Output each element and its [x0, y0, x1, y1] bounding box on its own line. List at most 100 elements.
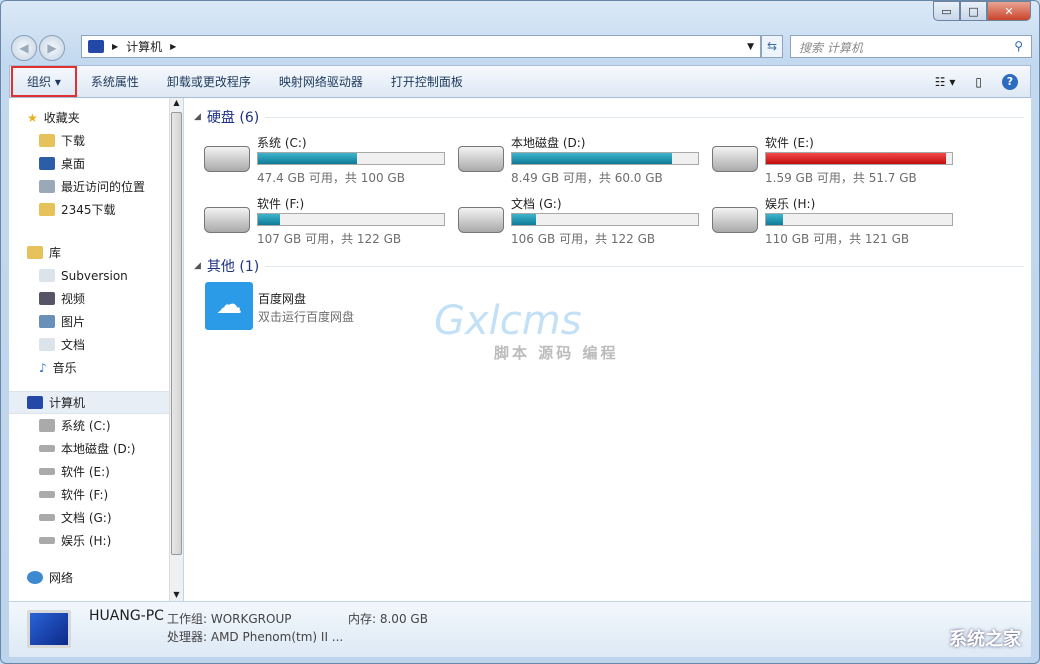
drive-size: 1.59 GB 可用，共 51.7 GB [765, 171, 917, 185]
uninstall-program-button[interactable]: 卸载或更改程序 [153, 66, 265, 97]
back-button[interactable]: ◀ [11, 35, 37, 61]
refresh-button[interactable]: ⇆ [761, 35, 783, 58]
drive-tile[interactable]: 娱乐 (H:) 110 GB 可用，共 121 GB [712, 195, 962, 246]
navigation-pane: ★ 收藏夹 下载 桌面 最近访问的位置 2345下载 库 Subversion 视… [9, 98, 169, 601]
hard-drive-icon [458, 146, 504, 172]
hard-drive-icon [712, 146, 758, 172]
close-button[interactable]: ✕ [987, 1, 1031, 21]
scrollbar-thumb[interactable] [171, 112, 182, 555]
view-options-icon[interactable]: ☷ ▾ [935, 75, 956, 89]
sidebar-computer[interactable]: 计算机 [9, 391, 169, 414]
recent-places-icon [39, 180, 55, 193]
computer-icon [88, 40, 104, 53]
sidebar-item-videos[interactable]: 视频 [9, 287, 169, 310]
workgroup: 工作组: WORKGROUP [167, 612, 292, 626]
search-input[interactable]: 搜索 计算机 ⚲ [790, 35, 1032, 58]
sidebar-item-desktop[interactable]: 桌面 [9, 152, 169, 175]
sidebar-item-pictures[interactable]: 图片 [9, 310, 169, 333]
drive-tile[interactable]: 本地磁盘 (D:) 8.49 GB 可用，共 60.0 GB [458, 134, 708, 185]
drive-icon [39, 419, 55, 432]
library-icon [27, 246, 43, 259]
drive-size: 47.4 GB 可用，共 100 GB [257, 171, 405, 185]
drive-usage-fill [766, 214, 783, 225]
explorer-window: ▭ □ ✕ ◀ ▶ ▶ 计算机 ▶ ▼ ⇆ 搜索 计算机 ⚲ 组织 ▾ 系统属性 … [0, 0, 1040, 664]
drive-name: 系统 (C:) [257, 136, 307, 150]
sidebar-item-downloads[interactable]: 下载 [9, 129, 169, 152]
chevron-right-icon[interactable]: ▶ [170, 42, 176, 51]
drive-usage-bar [257, 213, 445, 226]
maximize-button[interactable]: □ [960, 1, 987, 21]
drive-icon [39, 445, 55, 452]
system-properties-button[interactable]: 系统属性 [77, 66, 153, 97]
command-bar: 组织 ▾ 系统属性 卸载或更改程序 映射网络驱动器 打开控制面板 ☷ ▾ ▯ ? [9, 65, 1031, 98]
baidu-netdisk-icon[interactable]: ☁ [205, 282, 253, 330]
drive-usage-fill [512, 214, 537, 225]
map-network-drive-button[interactable]: 映射网络驱动器 [265, 66, 377, 97]
sidebar-item-drive-d[interactable]: 本地磁盘 (D:) [9, 437, 169, 460]
sidebar-item-subversion[interactable]: Subversion [9, 264, 169, 287]
hard-drive-icon [712, 207, 758, 233]
drive-icon [39, 468, 55, 475]
group-hard-disks[interactable]: ◢ 硬盘 (6) [194, 107, 1024, 127]
sidebar-network[interactable]: 网络 [9, 566, 169, 589]
sidebar-item-drive-f[interactable]: 软件 (F:) [9, 483, 169, 506]
folder-icon [39, 203, 55, 216]
pc-name: HUANG-PC [89, 608, 164, 624]
video-icon [39, 292, 55, 305]
group-other[interactable]: ◢ 其他 (1) [194, 256, 1024, 276]
drive-icon [39, 537, 55, 544]
content-pane: ◢ 硬盘 (6) 系统 (C:) 47.4 GB 可用，共 100 GB 本地磁盘… [184, 98, 1031, 601]
help-icon[interactable]: ? [1002, 73, 1018, 90]
details-pane: HUANG-PC 工作组: WORKGROUP 内存: 8.00 GB 处理器:… [9, 601, 1031, 657]
breadcrumb-computer[interactable]: 计算机 [126, 38, 162, 55]
preview-pane-icon[interactable]: ▯ [975, 75, 982, 89]
watermark-logo: Gxlcms [434, 298, 582, 344]
forward-button[interactable]: ▶ [39, 35, 65, 61]
hard-drive-icon [204, 207, 250, 233]
sidebar-item-drive-h[interactable]: 娱乐 (H:) [9, 529, 169, 552]
drive-usage-bar [257, 152, 445, 165]
organize-button[interactable]: 组织 ▾ [11, 66, 77, 97]
drive-usage-fill [258, 214, 281, 225]
sidebar-item-drive-e[interactable]: 软件 (E:) [9, 460, 169, 483]
drive-icon [39, 491, 55, 498]
baidu-netdisk-name[interactable]: 百度网盘 [258, 290, 306, 307]
minimize-button[interactable]: ▭ [933, 1, 960, 21]
sidebar-item-drive-g[interactable]: 文档 (G:) [9, 506, 169, 529]
drive-usage-bar [511, 152, 699, 165]
open-control-panel-button[interactable]: 打开控制面板 [377, 66, 477, 97]
drive-usage-fill [512, 153, 672, 164]
chevron-right-icon[interactable]: ▶ [112, 42, 118, 51]
folder-icon [39, 134, 55, 147]
address-bar[interactable]: ▶ 计算机 ▶ ▼ [81, 35, 761, 58]
drive-name: 娱乐 (H:) [765, 197, 816, 211]
drive-tile[interactable]: 软件 (E:) 1.59 GB 可用，共 51.7 GB [712, 134, 962, 185]
drive-tile[interactable]: 系统 (C:) 47.4 GB 可用，共 100 GB [204, 134, 454, 185]
sidebar-libraries[interactable]: 库 [9, 241, 169, 264]
drive-icon [39, 514, 55, 521]
hard-drive-icon [204, 146, 250, 172]
sidebar-scrollbar[interactable]: ▲ ▼ [169, 98, 183, 601]
sidebar-item-drive-c[interactable]: 系统 (C:) [9, 414, 169, 437]
drive-usage-bar [765, 213, 953, 226]
memory: 内存: 8.00 GB [348, 612, 428, 626]
address-dropdown-icon[interactable]: ▼ [747, 42, 754, 52]
search-icon[interactable]: ⚲ [1014, 39, 1023, 54]
drive-name: 本地磁盘 (D:) [511, 136, 586, 150]
hard-drive-icon [458, 207, 504, 233]
drive-size: 106 GB 可用，共 122 GB [511, 232, 656, 246]
drive-size: 110 GB 可用，共 121 GB [765, 232, 910, 246]
site-logo: 系统之家 [949, 629, 1021, 650]
sidebar-item-music[interactable]: ♪ 音乐 [9, 356, 169, 379]
document-icon [39, 269, 55, 282]
drive-usage-fill [258, 153, 357, 164]
sidebar-item-recent[interactable]: 最近访问的位置 [9, 175, 169, 198]
drive-tile[interactable]: 文档 (G:) 106 GB 可用，共 122 GB [458, 195, 708, 246]
processor: 处理器: AMD Phenom(tm) II ... [167, 630, 344, 644]
sidebar-item-documents[interactable]: 文档 [9, 333, 169, 356]
drive-usage-fill [766, 153, 947, 164]
sidebar-item-2345[interactable]: 2345下载 [9, 198, 169, 221]
drive-name: 软件 (F:) [257, 197, 305, 211]
sidebar-favorites[interactable]: ★ 收藏夹 [9, 106, 169, 129]
drive-tile[interactable]: 软件 (F:) 107 GB 可用，共 122 GB [204, 195, 454, 246]
